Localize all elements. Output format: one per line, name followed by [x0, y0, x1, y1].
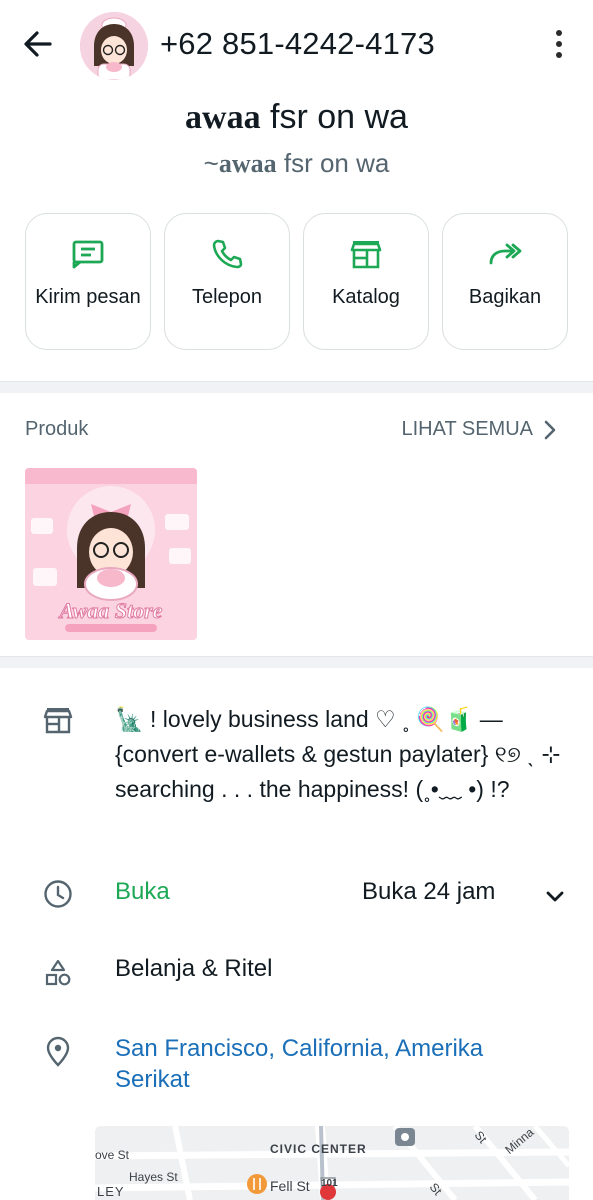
map-street-label: Hayes St — [129, 1170, 178, 1184]
product-image-text: Awaa Store — [58, 598, 163, 623]
forward-icon — [485, 234, 525, 274]
see-all-label: LIHAT SEMUA — [401, 418, 533, 440]
send-message-label: Kirim pesan — [35, 286, 141, 308]
map-highway-shield: 101 — [321, 1178, 338, 1189]
share-button[interactable]: Bagikan — [442, 213, 568, 350]
send-message-button[interactable]: Kirim pesan — [25, 213, 151, 350]
map-area-label: LEY — [97, 1184, 125, 1199]
business-location-link[interactable]: San Francisco, California, Amerika Serik… — [115, 1033, 555, 1095]
app-bar: +62 851-4242-4173 — [0, 0, 593, 88]
catalog-label: Katalog — [332, 286, 400, 308]
avatar[interactable] — [80, 12, 148, 80]
chevron-right-icon — [544, 420, 556, 439]
section-divider — [0, 381, 593, 393]
call-label: Telepon — [191, 286, 263, 308]
overflow-menu-icon[interactable] — [545, 26, 573, 62]
store-icon — [40, 702, 76, 738]
map-street-label: ove St — [95, 1148, 130, 1162]
business-category: Belanja & Ritel — [115, 955, 273, 982]
section-divider — [0, 656, 593, 668]
call-button[interactable]: Telepon — [164, 213, 290, 350]
profile-name: awaa fsr on wa — [185, 98, 408, 136]
category-shapes-icon — [40, 955, 76, 991]
back-arrow-icon[interactable] — [18, 26, 58, 62]
clock-icon — [40, 876, 76, 912]
map-district-label: CIVIC CENTER — [270, 1142, 367, 1156]
storefront-icon — [346, 234, 386, 274]
location-pin-icon — [40, 1033, 76, 1069]
profile-subname: ~awaa fsr on wa — [203, 148, 390, 178]
message-icon — [68, 234, 108, 274]
map-street-label: Fell St — [270, 1178, 310, 1194]
open-status: Buka — [115, 878, 170, 905]
see-all-products-link[interactable]: LIHAT SEMUA — [401, 418, 557, 441]
open-hours[interactable]: Buka 24 jam — [362, 878, 495, 906]
catalog-button[interactable]: Katalog — [303, 213, 429, 350]
contact-phone-title[interactable]: +62 851-4242-4173 — [160, 26, 435, 62]
share-label: Bagikan — [468, 286, 542, 308]
business-description: 🗽 ! lovely business land ♡ ˳ 🍭🧃 — {conve… — [115, 706, 561, 802]
chevron-down-icon[interactable] — [540, 882, 570, 912]
action-buttons: Kirim pesan Telepon Katalog Bagikan — [25, 213, 568, 350]
location-map[interactable]: ove St Hayes St CIVIC CENTER Fell St LEY… — [95, 1126, 569, 1200]
product-thumbnail[interactable]: Awaa Store — [25, 468, 197, 640]
phone-icon — [207, 234, 247, 274]
